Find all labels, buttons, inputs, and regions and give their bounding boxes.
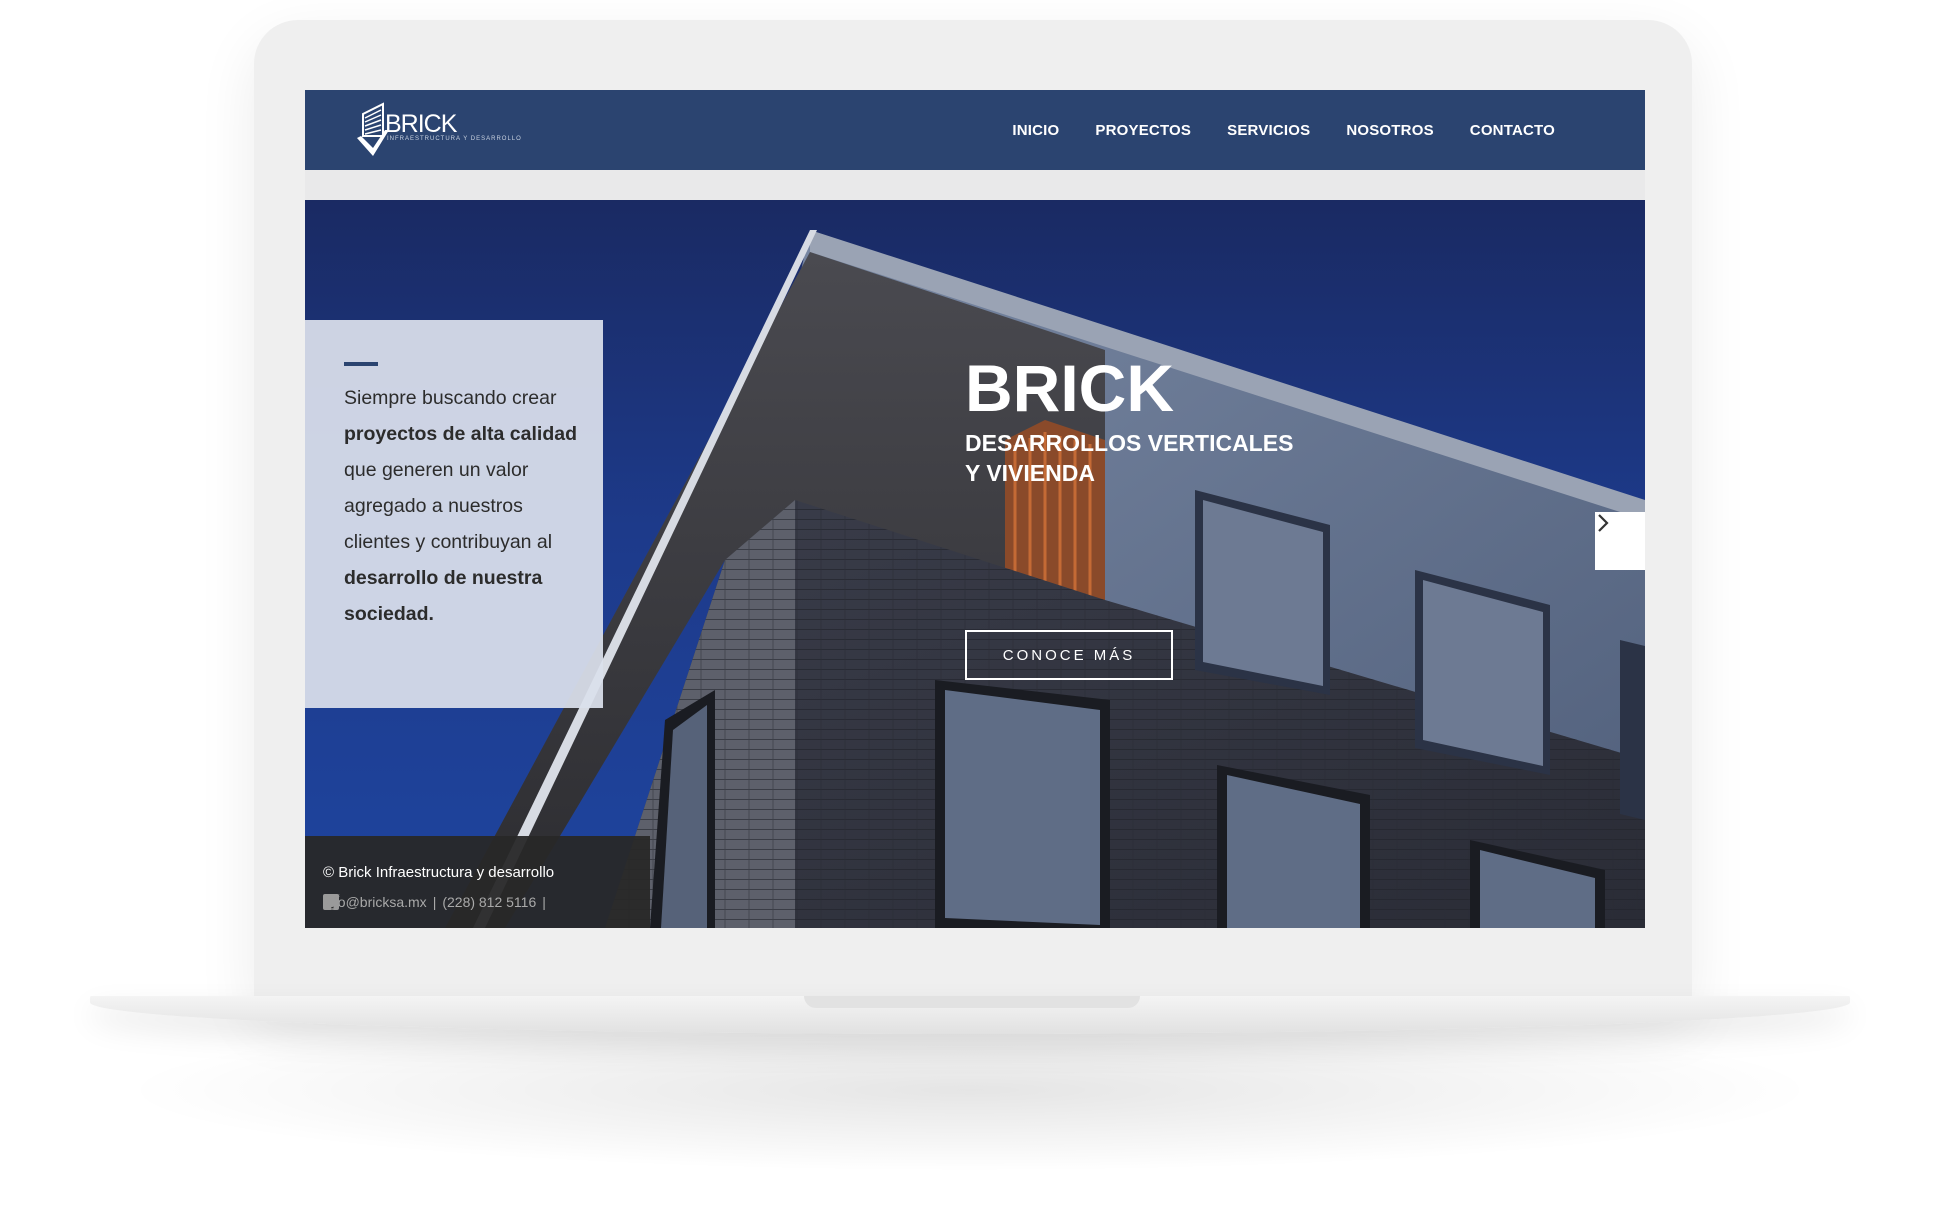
nav-item-nosotros[interactable]: NOSOTROS bbox=[1346, 122, 1433, 139]
hero-subtitle: DESARROLLOS VERTICALES Y VIVIENDA bbox=[965, 428, 1305, 488]
quote-part2: que generen un valor agregado a nuestros… bbox=[344, 459, 553, 553]
chevron-right-icon bbox=[1598, 514, 1609, 532]
quote-bold2: desarrollo de nuestra sociedad. bbox=[344, 567, 543, 625]
footer-copyright: © Brick Infraestructura y desarrollo bbox=[323, 864, 555, 881]
brand-logo[interactable]: BRICK INFRAESTRUCTURA Y DESARROLLO bbox=[353, 100, 521, 160]
footer-separator: | bbox=[542, 894, 546, 910]
hero-subtitle-line2: Y VIVIENDA bbox=[965, 460, 1095, 486]
footer-contact: info@bricksa.mx | (228) 812 5116 | bbox=[323, 894, 564, 910]
main-nav: INICIO PROYECTOS SERVICIOS NOSOTROS CONT… bbox=[1012, 90, 1555, 170]
nav-item-servicios[interactable]: SERVICIOS bbox=[1227, 122, 1310, 139]
footer-phone[interactable]: (228) 812 5116 bbox=[442, 894, 536, 910]
navbar: BRICK INFRAESTRUCTURA Y DESARROLLO INICI… bbox=[305, 90, 1645, 170]
quote-part1: Siempre buscando crear bbox=[344, 387, 557, 409]
laptop-notch bbox=[804, 996, 1140, 1008]
quote-bold1: proyectos de alta calidad bbox=[344, 423, 578, 445]
conoce-mas-button[interactable]: CONOCE MÁS bbox=[965, 630, 1173, 680]
quote-box: Siempre buscando crear proyectos de alta… bbox=[305, 320, 603, 708]
slider-next-button[interactable] bbox=[1595, 512, 1645, 570]
quote-accent-line bbox=[344, 362, 378, 366]
website-screen: BRICK INFRAESTRUCTURA Y DESARROLLO INICI… bbox=[305, 90, 1645, 928]
nav-item-inicio[interactable]: INICIO bbox=[1012, 122, 1059, 139]
hero-subtitle-line1: DESARROLLOS VERTICALES bbox=[965, 430, 1294, 456]
quote-text: Siempre buscando crear proyectos de alta… bbox=[344, 380, 584, 632]
logo-text: BRICK bbox=[385, 110, 457, 138]
nav-item-contacto[interactable]: CONTACTO bbox=[1470, 122, 1555, 139]
device-shadow bbox=[140, 1010, 1800, 1170]
footer-separator: | bbox=[432, 894, 437, 910]
site-footer: © Brick Infraestructura y desarrollo inf… bbox=[305, 836, 650, 928]
hero-slider: Siempre buscando crear proyectos de alta… bbox=[305, 200, 1645, 928]
logo-subtext: INFRAESTRUCTURA Y DESARROLLO bbox=[387, 136, 522, 142]
nav-item-proyectos[interactable]: PROYECTOS bbox=[1095, 122, 1191, 139]
hero-title: BRICK bbox=[965, 351, 1174, 425]
